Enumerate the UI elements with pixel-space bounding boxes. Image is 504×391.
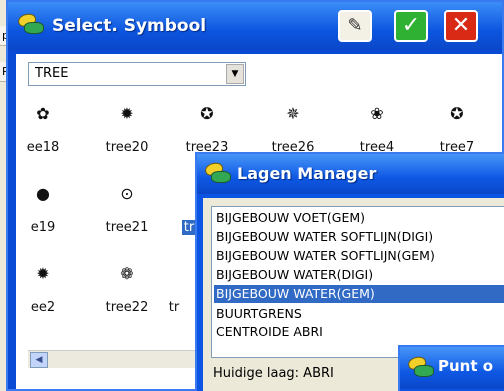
symbol-item[interactable]: ✹ tree20 — [84, 100, 170, 180]
symbol-label: tr — [168, 300, 180, 315]
layer-item-selected[interactable]: BIJGEBOUW WATER(GEM) — [214, 285, 504, 303]
symbol-item-selected[interactable]: tr — [96, 180, 196, 260]
window-title: Lagen Manager — [237, 164, 377, 183]
layer-item[interactable]: BIJGEBOUW WATER SOFTLIJN(DIGI) — [214, 228, 504, 246]
scroll-left-icon[interactable]: ◀ — [30, 352, 48, 368]
window-title: Punt o — [438, 357, 494, 375]
symbol-item[interactable]: ✹ ee2 — [0, 260, 86, 340]
check-icon: ✓ — [401, 13, 421, 38]
point-window: Punt o — [398, 345, 504, 391]
layer-item[interactable]: BIJGEBOUW WATER SOFTLIJN(GEM) — [214, 247, 504, 265]
symbol-item[interactable]: ● e19 — [0, 180, 86, 260]
layer-list[interactable]: BIJGEBOUW VOET(GEM) BIJGEBOUW WATER SOFT… — [211, 206, 504, 358]
symbol-item[interactable]: tr — [154, 260, 194, 340]
layer-item[interactable]: CENTROIDE ABRI — [214, 323, 504, 341]
edit-button[interactable]: ✎ — [338, 10, 372, 42]
app-logo-icon — [16, 11, 44, 36]
tree-symbol-icon: ✪ — [200, 104, 214, 123]
tree-symbol-icon: ✵ — [286, 104, 300, 123]
symbol-label: ee2 — [30, 300, 56, 315]
layer-item[interactable]: BUURTGRENS — [214, 305, 504, 323]
point-window-titlebar[interactable]: Punt o — [400, 347, 504, 389]
select-symbol-titlebar[interactable]: Select. Symbool ✎ ✓ ✕ — [8, 2, 502, 50]
symbol-item[interactable]: ✿ ee18 — [0, 100, 86, 180]
symbol-category-select[interactable]: TREE ▼ — [28, 62, 246, 86]
symbol-label: ee18 — [26, 140, 60, 155]
edit-icon: ✎ — [347, 15, 363, 36]
chevron-down-icon[interactable]: ▼ — [226, 64, 244, 84]
symbol-label: e19 — [30, 220, 56, 235]
close-icon: ✕ — [451, 13, 471, 38]
window-title: Select. Symbool — [52, 16, 207, 36]
layer-item[interactable]: BIJGEBOUW WATER(DIGI) — [214, 266, 504, 284]
tree-symbol-icon: ✹ — [120, 104, 134, 123]
symbol-label: tr — [182, 220, 196, 235]
layer-manager-titlebar[interactable]: Lagen Manager — [197, 154, 504, 194]
tree-symbol-icon: ❀ — [370, 104, 384, 123]
horizontal-scrollbar[interactable]: ◀ — [28, 350, 218, 368]
app-logo-icon — [203, 160, 231, 185]
symbol-category-value: TREE — [35, 66, 69, 81]
tree-symbol-icon: ✪ — [450, 104, 464, 123]
close-button[interactable]: ✕ — [444, 10, 478, 42]
tree-symbol-icon: ✿ — [36, 104, 50, 123]
layer-item[interactable]: BIJGEBOUW VOET(GEM) — [214, 209, 504, 227]
ok-button[interactable]: ✓ — [394, 10, 428, 42]
tree-symbol-icon: ● — [36, 184, 50, 203]
symbol-label: tree20 — [105, 140, 149, 155]
app-logo-icon — [406, 354, 434, 379]
tree-symbol-icon: ✹ — [36, 264, 50, 283]
current-layer-label: Huidige laag: ABRI — [213, 366, 334, 381]
